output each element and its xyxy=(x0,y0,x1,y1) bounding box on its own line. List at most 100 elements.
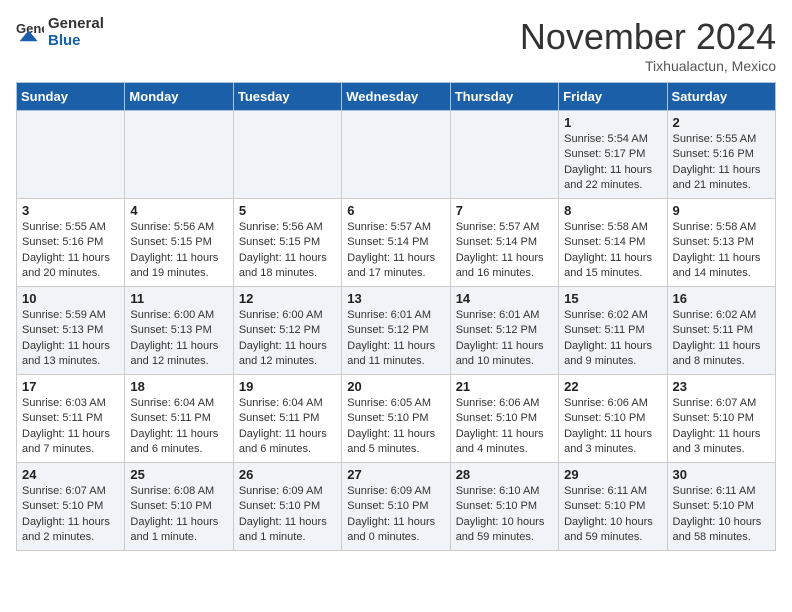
day-info: Sunrise: 6:00 AM Sunset: 5:13 PM Dayligh… xyxy=(130,308,227,370)
day-number: 11 xyxy=(130,291,227,306)
calendar-cell xyxy=(125,111,233,199)
day-number: 7 xyxy=(456,203,553,218)
day-info: Sunrise: 6:00 AM Sunset: 5:12 PM Dayligh… xyxy=(239,308,336,370)
day-of-week-header: Saturday xyxy=(667,83,775,111)
calendar-cell: 12 Sunrise: 6:00 AM Sunset: 5:12 PM Dayli… xyxy=(233,287,341,375)
logo-blue: Blue xyxy=(48,32,81,49)
day-info: Sunrise: 6:06 AM Sunset: 5:10 PM Dayligh… xyxy=(456,396,553,458)
calendar-cell: 5Sunrise: 5:56 AM Sunset: 5:15 PM Daylig… xyxy=(233,199,341,287)
calendar-cell: 10 Sunrise: 5:59 AM Sunset: 5:13 PM Dayli… xyxy=(17,287,125,375)
calendar-cell xyxy=(17,111,125,199)
calendar-table: SundayMondayTuesdayWednesdayThursdayFrid… xyxy=(16,82,776,551)
calendar-cell: 15 Sunrise: 6:02 AM Sunset: 5:11 PM Dayli… xyxy=(559,287,667,375)
calendar-cell: 6 Sunrise: 5:57 AM Sunset: 5:14 PM Daylig… xyxy=(342,199,450,287)
calendar-cell: 22Sunrise: 6:06 AM Sunset: 5:10 PM Dayli… xyxy=(559,375,667,463)
day-info: Sunrise: 5:54 AM Sunset: 5:17 PM Dayligh… xyxy=(564,132,661,194)
day-number: 13 xyxy=(347,291,444,306)
page-header: General General Blue November 2024 Tixhu… xyxy=(16,16,776,74)
calendar-cell: 16 Sunrise: 6:02 AM Sunset: 5:11 PM Dayli… xyxy=(667,287,775,375)
calendar-cell: 30 Sunrise: 6:11 AM Sunset: 5:10 PM Dayli… xyxy=(667,463,775,551)
calendar-cell: 2Sunrise: 5:55 AM Sunset: 5:16 PM Daylig… xyxy=(667,111,775,199)
day-of-week-header: Sunday xyxy=(17,83,125,111)
day-info: Sunrise: 6:07 AM Sunset: 5:10 PM Dayligh… xyxy=(673,396,770,458)
day-info: Sunrise: 6:11 AM Sunset: 5:10 PM Dayligh… xyxy=(673,484,770,546)
day-number: 30 xyxy=(673,467,770,482)
calendar-cell xyxy=(233,111,341,199)
day-info: Sunrise: 6:11 AM Sunset: 5:10 PM Dayligh… xyxy=(564,484,661,546)
day-number: 6 xyxy=(347,203,444,218)
day-info: Sunrise: 6:02 AM Sunset: 5:11 PM Dayligh… xyxy=(564,308,661,370)
calendar-cell: 14Sunrise: 6:01 AM Sunset: 5:12 PM Dayli… xyxy=(450,287,558,375)
calendar-cell: 26 Sunrise: 6:09 AM Sunset: 5:10 PM Dayli… xyxy=(233,463,341,551)
logo-general: General xyxy=(48,15,104,32)
day-of-week-header: Wednesday xyxy=(342,83,450,111)
day-number: 18 xyxy=(130,379,227,394)
day-number: 10 xyxy=(22,291,119,306)
calendar-cell xyxy=(342,111,450,199)
day-number: 5 xyxy=(239,203,336,218)
day-number: 21 xyxy=(456,379,553,394)
logo: General General Blue xyxy=(16,16,104,49)
logo-icon: General xyxy=(16,19,44,47)
day-info: Sunrise: 5:55 AM Sunset: 5:16 PM Dayligh… xyxy=(22,220,119,282)
day-number: 12 xyxy=(239,291,336,306)
calendar-cell: 4 Sunrise: 5:56 AM Sunset: 5:15 PM Daylig… xyxy=(125,199,233,287)
day-number: 26 xyxy=(239,467,336,482)
calendar-cell: 24Sunrise: 6:07 AM Sunset: 5:10 PM Dayli… xyxy=(17,463,125,551)
calendar-cell: 9Sunrise: 5:58 AM Sunset: 5:13 PM Daylig… xyxy=(667,199,775,287)
day-number: 4 xyxy=(130,203,227,218)
day-number: 20 xyxy=(347,379,444,394)
day-info: Sunrise: 5:57 AM Sunset: 5:14 PM Dayligh… xyxy=(347,220,444,282)
day-number: 9 xyxy=(673,203,770,218)
day-info: Sunrise: 5:56 AM Sunset: 5:15 PM Dayligh… xyxy=(130,220,227,282)
day-info: Sunrise: 5:58 AM Sunset: 5:14 PM Dayligh… xyxy=(564,220,661,282)
day-info: Sunrise: 6:01 AM Sunset: 5:12 PM Dayligh… xyxy=(347,308,444,370)
day-number: 8 xyxy=(564,203,661,218)
day-number: 23 xyxy=(673,379,770,394)
day-info: Sunrise: 6:09 AM Sunset: 5:10 PM Dayligh… xyxy=(239,484,336,546)
calendar-cell: 29 Sunrise: 6:11 AM Sunset: 5:10 PM Dayli… xyxy=(559,463,667,551)
month-title: November 2024 xyxy=(520,16,776,58)
location: Tixhualactun, Mexico xyxy=(520,58,776,74)
day-number: 15 xyxy=(564,291,661,306)
day-number: 19 xyxy=(239,379,336,394)
calendar-week-row: 1 Sunrise: 5:54 AM Sunset: 5:17 PM Daylig… xyxy=(17,111,776,199)
day-number: 27 xyxy=(347,467,444,482)
day-number: 16 xyxy=(673,291,770,306)
calendar-cell: 20 Sunrise: 6:05 AM Sunset: 5:10 PM Dayli… xyxy=(342,375,450,463)
calendar-cell: 18 Sunrise: 6:04 AM Sunset: 5:11 PM Dayli… xyxy=(125,375,233,463)
calendar-cell xyxy=(450,111,558,199)
calendar-cell: 11 Sunrise: 6:00 AM Sunset: 5:13 PM Dayli… xyxy=(125,287,233,375)
day-info: Sunrise: 6:09 AM Sunset: 5:10 PM Dayligh… xyxy=(347,484,444,546)
day-info: Sunrise: 6:06 AM Sunset: 5:10 PM Dayligh… xyxy=(564,396,661,458)
day-of-week-header: Thursday xyxy=(450,83,558,111)
header-row: SundayMondayTuesdayWednesdayThursdayFrid… xyxy=(17,83,776,111)
calendar-cell: 27 Sunrise: 6:09 AM Sunset: 5:10 PM Dayli… xyxy=(342,463,450,551)
calendar-week-row: 3 Sunrise: 5:55 AM Sunset: 5:16 PM Daylig… xyxy=(17,199,776,287)
day-number: 29 xyxy=(564,467,661,482)
calendar-cell: 23 Sunrise: 6:07 AM Sunset: 5:10 PM Dayli… xyxy=(667,375,775,463)
calendar-cell: 1 Sunrise: 5:54 AM Sunset: 5:17 PM Daylig… xyxy=(559,111,667,199)
day-info: Sunrise: 6:05 AM Sunset: 5:10 PM Dayligh… xyxy=(347,396,444,458)
day-number: 3 xyxy=(22,203,119,218)
day-of-week-header: Tuesday xyxy=(233,83,341,111)
day-info: Sunrise: 6:04 AM Sunset: 5:11 PM Dayligh… xyxy=(130,396,227,458)
day-info: Sunrise: 6:10 AM Sunset: 5:10 PM Dayligh… xyxy=(456,484,553,546)
calendar-week-row: 10 Sunrise: 5:59 AM Sunset: 5:13 PM Dayli… xyxy=(17,287,776,375)
day-number: 1 xyxy=(564,115,661,130)
day-info: Sunrise: 5:59 AM Sunset: 5:13 PM Dayligh… xyxy=(22,308,119,370)
day-number: 25 xyxy=(130,467,227,482)
day-info: Sunrise: 6:03 AM Sunset: 5:11 PM Dayligh… xyxy=(22,396,119,458)
day-info: Sunrise: 6:02 AM Sunset: 5:11 PM Dayligh… xyxy=(673,308,770,370)
day-info: Sunrise: 6:08 AM Sunset: 5:10 PM Dayligh… xyxy=(130,484,227,546)
day-of-week-header: Friday xyxy=(559,83,667,111)
title-block: November 2024 Tixhualactun, Mexico xyxy=(520,16,776,74)
calendar-cell: 19 Sunrise: 6:04 AM Sunset: 5:11 PM Dayli… xyxy=(233,375,341,463)
day-of-week-header: Monday xyxy=(125,83,233,111)
day-info: Sunrise: 5:57 AM Sunset: 5:14 PM Dayligh… xyxy=(456,220,553,282)
calendar-cell: 7 Sunrise: 5:57 AM Sunset: 5:14 PM Daylig… xyxy=(450,199,558,287)
day-info: Sunrise: 6:04 AM Sunset: 5:11 PM Dayligh… xyxy=(239,396,336,458)
calendar-cell: 21 Sunrise: 6:06 AM Sunset: 5:10 PM Dayli… xyxy=(450,375,558,463)
day-info: Sunrise: 6:01 AM Sunset: 5:12 PM Dayligh… xyxy=(456,308,553,370)
day-number: 28 xyxy=(456,467,553,482)
